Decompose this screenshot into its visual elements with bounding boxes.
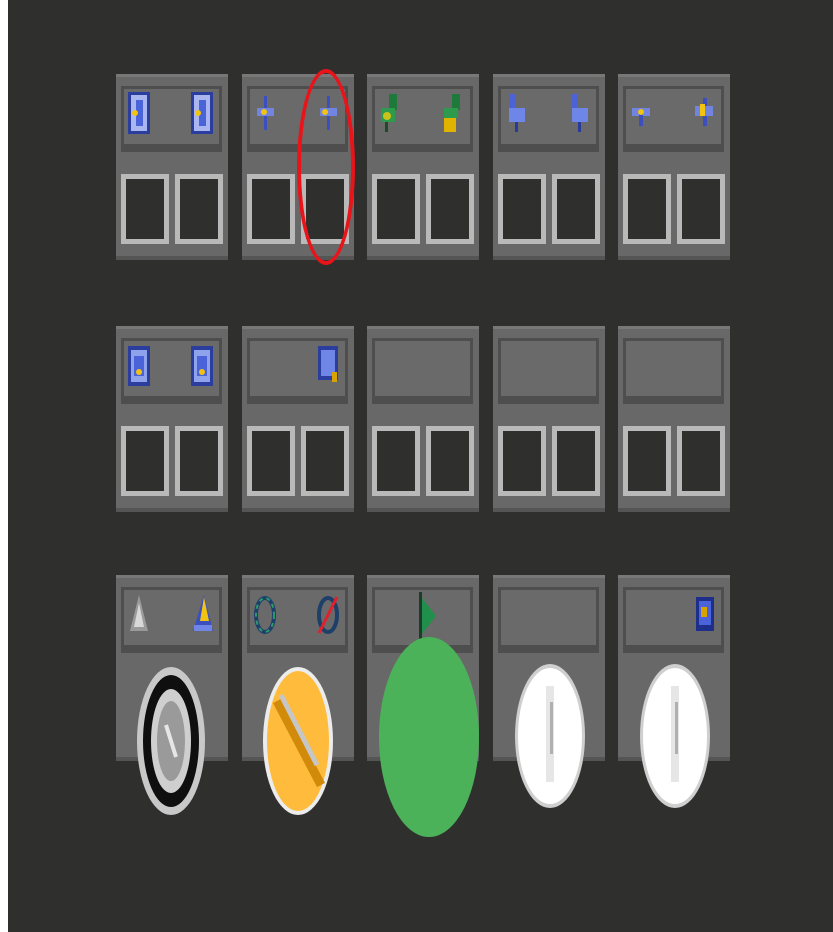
white-disc[interactable] xyxy=(638,662,712,810)
blue-cube-icon xyxy=(126,342,152,388)
grey-cone-icon xyxy=(126,591,152,637)
tile-r2-c1[interactable] xyxy=(116,326,228,512)
icon-bar xyxy=(498,587,599,653)
slot-right[interactable] xyxy=(301,426,349,496)
green-yellow-link-icon xyxy=(440,90,466,136)
slot-right[interactable] xyxy=(175,174,223,244)
slot-left[interactable] xyxy=(121,174,169,244)
slot-right[interactable] xyxy=(677,426,725,496)
inventory-board xyxy=(8,0,833,932)
slot-left[interactable] xyxy=(247,174,295,244)
tile-r1-c5[interactable] xyxy=(618,74,730,260)
blue-block-icon xyxy=(126,90,152,136)
slot-right[interactable] xyxy=(552,174,600,244)
slot-left[interactable] xyxy=(372,426,420,496)
blue-yellow-pin-icon xyxy=(691,90,717,136)
tile-r2-c4[interactable] xyxy=(493,326,605,512)
yellow-cone-icon xyxy=(189,591,215,637)
tile-r1-c4[interactable] xyxy=(493,74,605,260)
slot-left[interactable] xyxy=(247,426,295,496)
slot-left[interactable] xyxy=(623,174,671,244)
tile-r1-c1[interactable] xyxy=(116,74,228,260)
orange-striped-disc[interactable] xyxy=(261,665,335,817)
slot-right[interactable] xyxy=(426,426,474,496)
blue-star-icon xyxy=(252,90,278,136)
blue-tap-icon xyxy=(566,90,592,136)
blue-tag-icon xyxy=(315,342,341,388)
highlight-ellipse xyxy=(297,69,355,265)
blue-yellow-tag-icon xyxy=(691,591,717,637)
tile-r2-c5[interactable] xyxy=(618,326,730,512)
slot-right[interactable] xyxy=(677,174,725,244)
black-ring-disc[interactable] xyxy=(135,665,207,817)
blue-cube-icon xyxy=(189,342,215,388)
slot-left[interactable] xyxy=(498,426,546,496)
blue-pin-icon xyxy=(628,90,654,136)
icon-bar xyxy=(498,338,599,404)
green-ring-icon xyxy=(252,591,278,637)
tile-r1-c3[interactable] xyxy=(367,74,479,260)
blue-tap-icon xyxy=(503,90,529,136)
slot-right[interactable] xyxy=(552,426,600,496)
green-flag-icon xyxy=(417,590,437,642)
icon-bar xyxy=(372,338,473,404)
slot-right[interactable] xyxy=(175,426,223,496)
green-link-icon xyxy=(377,90,403,136)
white-disc[interactable] xyxy=(513,662,587,810)
slot-left[interactable] xyxy=(498,174,546,244)
tile-r2-c3[interactable] xyxy=(367,326,479,512)
slot-left[interactable] xyxy=(372,174,420,244)
slot-right[interactable] xyxy=(426,174,474,244)
slot-left[interactable] xyxy=(121,426,169,496)
blue-block-icon xyxy=(189,90,215,136)
green-disc[interactable] xyxy=(378,636,481,839)
red-slash-ring-icon xyxy=(315,591,341,637)
icon-bar xyxy=(623,338,724,404)
slot-left[interactable] xyxy=(623,426,671,496)
tile-r2-c2[interactable] xyxy=(242,326,354,512)
